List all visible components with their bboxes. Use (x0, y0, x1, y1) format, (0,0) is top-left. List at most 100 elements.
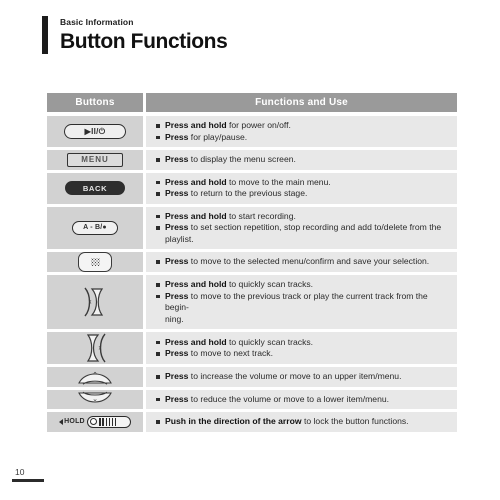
description-cell: Press and hold to move to the main menu.… (146, 172, 457, 204)
breadcrumb: Basic Information (60, 17, 134, 27)
next-track-shape-icon (86, 333, 106, 363)
page-title: Button Functions (60, 30, 228, 53)
table-row: ‹ Press and hold to quickly scan tracks. P… (47, 275, 457, 329)
table-body: ▶II/⏻ Press and hold for power on/off. Pre… (47, 116, 457, 432)
back-button[interactable]: BACK (65, 181, 125, 195)
button-functions-table: Buttons Functions and Use ▶II/⏻ Press and… (47, 93, 457, 435)
volume-up-button[interactable]: ⌃ (75, 368, 115, 385)
function-action-label: Press (165, 256, 189, 267)
button-cell: MENU (47, 150, 143, 170)
function-line: Press to display the menu screen. (156, 154, 449, 166)
hold-slider-grip-lines (99, 417, 117, 426)
prev-track-chevron-icon: ‹ (89, 297, 92, 306)
function-action-label: Press (165, 222, 189, 232)
button-cell (47, 252, 143, 272)
volume-down-button[interactable]: ⌄ (75, 391, 115, 408)
hold-slider-track[interactable] (86, 415, 131, 428)
function-action-label: Press (165, 188, 189, 198)
description-cell: Press and hold for power on/off. Press fo… (146, 116, 457, 147)
select-confirm-button[interactable] (78, 252, 112, 272)
function-line: Press to reduce the volume or move to a … (156, 394, 449, 406)
table-row: Press to move to the selected menu/confi… (47, 252, 457, 272)
function-line: Press and hold to quickly scan tracks. (156, 337, 449, 349)
function-action-label: Press and hold (165, 176, 227, 187)
footer-rule (12, 479, 44, 482)
function-action-label: Press (165, 290, 189, 301)
column-header-buttons: Buttons (47, 93, 143, 112)
function-action-label: Press and hold (165, 210, 227, 221)
button-cell: A - B/● (47, 206, 143, 249)
next-track-chevron-icon: › (98, 343, 101, 352)
column-header-functions: Functions and Use (146, 93, 457, 112)
table-row: ⌃ Press to increase the volume or move to… (47, 367, 457, 387)
button-cell: ⌄ (47, 389, 143, 409)
button-cell: HOLD (47, 412, 143, 432)
description-cell: Press and hold to quickly scan tracks. Pr… (146, 275, 457, 329)
function-line: Press to move to next track. (156, 348, 449, 360)
table-row: › Press and hold to quickly scan tracks. P… (47, 332, 457, 364)
function-line: Press and hold to move to the main menu. (156, 177, 449, 189)
function-action-label: Press (165, 348, 189, 358)
button-cell: ⌃ (47, 367, 143, 387)
function-line: Press and hold for power on/off. (156, 120, 449, 132)
header-text-group: Basic Information Button Functions (60, 16, 228, 54)
function-line: Press to move to the selected menu/confi… (156, 256, 449, 268)
button-cell: BACK (47, 172, 143, 204)
description-cell: Press to move to the selected menu/confi… (146, 252, 457, 272)
function-action-label: Press and hold (165, 120, 227, 130)
table-row: MENU Press to display the menu screen. (47, 150, 457, 170)
function-line: Press to set section repetition, stop re… (156, 222, 449, 245)
previous-track-button[interactable]: ‹ (82, 286, 108, 318)
function-action-label: Press (165, 371, 189, 381)
description-cell: Press to increase the volume or move to … (146, 367, 457, 387)
function-line: Press and hold to quickly scan tracks. (156, 279, 449, 291)
hold-switch[interactable]: HOLD (59, 415, 131, 428)
prev-track-shape-icon (84, 287, 104, 317)
table-row: HOLD Push in the direction of the arrow t… (47, 412, 457, 432)
manual-page: Basic Information Button Functions Butto… (0, 0, 500, 500)
next-track-button[interactable]: › (82, 332, 108, 364)
description-cell: Press and hold to start recording. Press … (146, 206, 457, 249)
description-cell: Press and hold to quickly scan tracks. Pr… (146, 332, 457, 364)
play-pause-power-button[interactable]: ▶II/⏻ (64, 124, 126, 139)
function-line: Press for play/pause. (156, 132, 449, 144)
function-action-label: Press (165, 393, 189, 404)
chevron-down-icon: ⌄ (92, 395, 98, 403)
table-header-row: Buttons Functions and Use (47, 93, 457, 112)
function-line: Press to return to the previous stage. (156, 188, 449, 200)
page-footer: 10 (12, 467, 46, 482)
hold-direction-arrow-icon (59, 418, 64, 425)
function-action-label: Push in the direction of the arrow (165, 416, 302, 426)
button-cell: ‹ (47, 275, 143, 329)
function-line: Push in the direction of the arrow to lo… (156, 416, 449, 428)
chevron-up-icon: ⌃ (92, 372, 98, 380)
table-row: ▶II/⏻ Press and hold for power on/off. Pre… (47, 116, 457, 147)
function-line: Press to increase the volume or move to … (156, 371, 449, 383)
function-action-label: Press and hold (165, 279, 227, 289)
table-row: A - B/● Press and hold to start recording… (47, 206, 457, 249)
menu-button-label: MENU (81, 155, 109, 165)
menu-button[interactable]: MENU (67, 152, 123, 167)
function-action-label: Press (165, 154, 189, 164)
hold-switch-label: HOLD (64, 418, 85, 426)
page-header: Basic Information Button Functions (42, 16, 228, 54)
button-cell: ▶II/⏻ (47, 116, 143, 147)
play-pause-power-glyph: ▶II/⏻ (84, 126, 106, 136)
function-line-continuation: ning. (165, 313, 184, 324)
button-cell: › (47, 332, 143, 364)
a-b-record-button[interactable]: A - B/● (72, 220, 118, 235)
header-accent-bar (42, 16, 48, 54)
function-action-label: Press (165, 131, 189, 142)
description-cell: Press to display the menu screen. (146, 150, 457, 170)
hold-slider-knob[interactable] (89, 418, 97, 426)
select-dots-icon (90, 258, 100, 266)
table-row: ⌄ Press to reduce the volume or move to a… (47, 389, 457, 409)
description-cell: Push in the direction of the arrow to lo… (146, 412, 457, 432)
back-button-label: BACK (82, 183, 108, 193)
function-line: Press to move to the previous track or p… (156, 291, 449, 326)
description-cell: Press to reduce the volume or move to a … (146, 389, 457, 409)
page-number: 10 (15, 467, 25, 477)
a-b-record-label: A - B/● (83, 224, 107, 232)
table-row: BACK Press and hold to move to the main m… (47, 172, 457, 204)
function-action-label: Press and hold (165, 336, 227, 347)
